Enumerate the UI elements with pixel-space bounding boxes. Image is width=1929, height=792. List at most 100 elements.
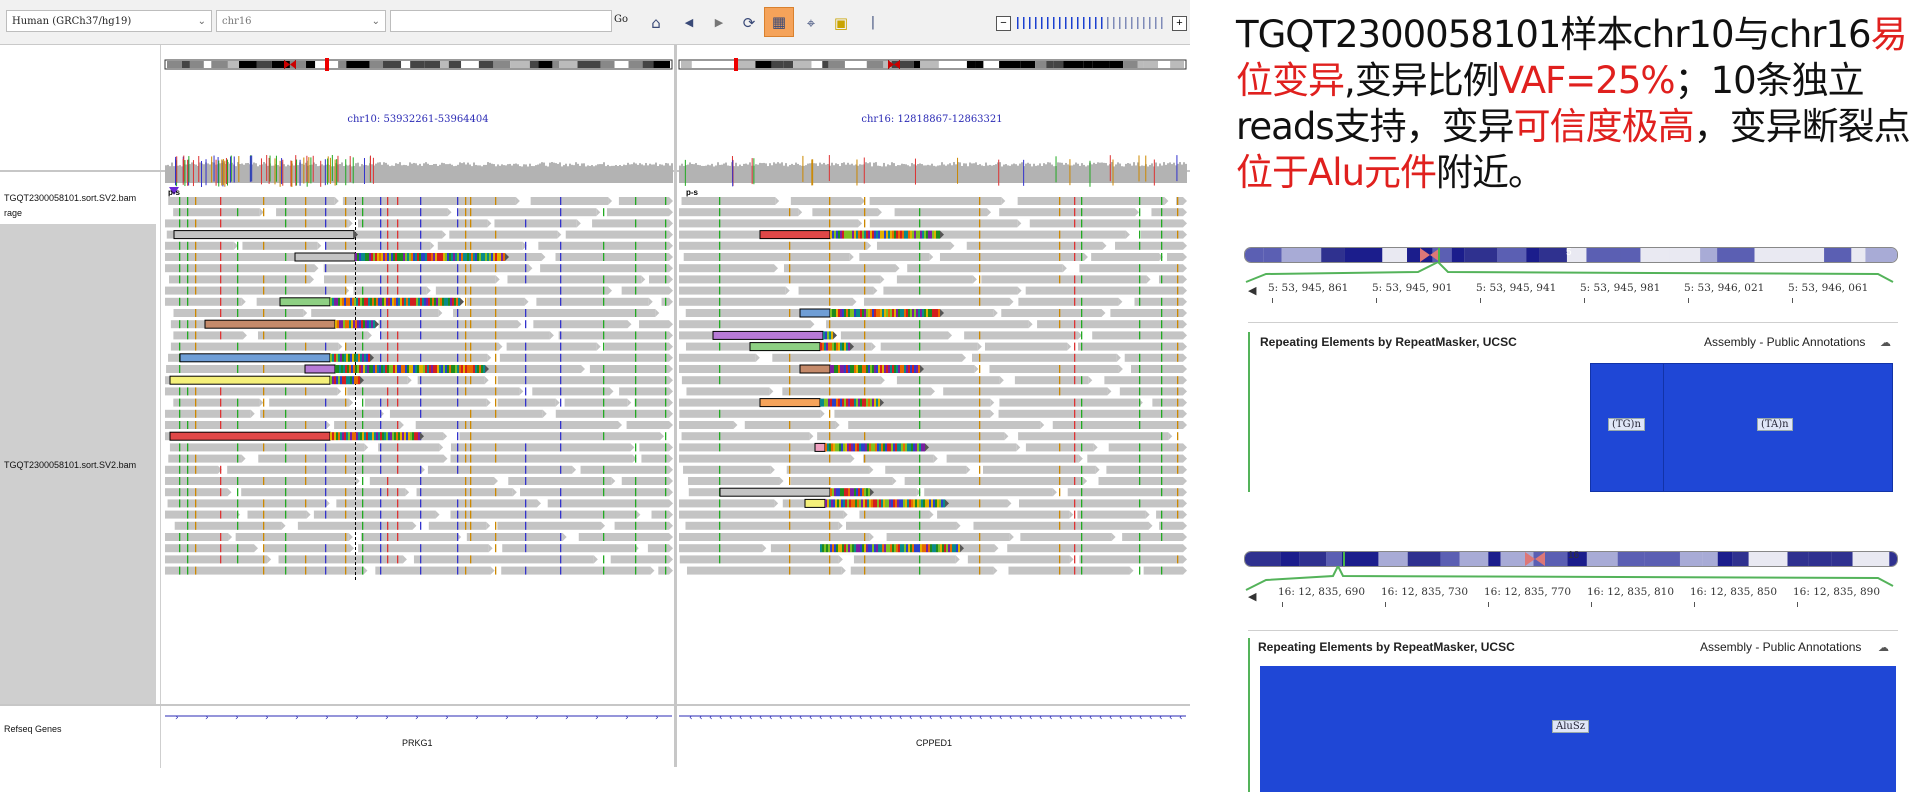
popup-text-icon[interactable]: ▣	[830, 12, 852, 34]
split-read-softclip	[389, 253, 391, 261]
region-of-interest-icon[interactable]: ▦	[764, 7, 794, 37]
read-mismatch	[362, 488, 364, 497]
split-read-softclip	[876, 398, 878, 407]
read-mismatch	[979, 432, 981, 441]
coverage-bar	[561, 166, 563, 183]
breakpoint-guide	[355, 227, 356, 230]
zoom-tick	[1083, 17, 1085, 29]
read-arrow	[961, 353, 966, 362]
ruler-scroll-left-icon[interactable]: ◀	[1248, 284, 1256, 297]
read-mismatch	[179, 208, 181, 217]
split-read-softclip	[866, 365, 868, 373]
read-mismatch	[719, 409, 721, 418]
locus-search-input[interactable]	[390, 10, 612, 32]
gene-track-name[interactable]: Refseq Genes	[4, 724, 62, 734]
zoom-tick	[1125, 17, 1127, 29]
ruler-icon[interactable]: |	[862, 12, 884, 34]
gene-strand-arrow: ‹	[1039, 713, 1043, 723]
split-read-softclip	[398, 297, 400, 306]
coverage-variant	[310, 157, 312, 184]
coverage-bar	[931, 163, 933, 183]
coverage-bar	[339, 164, 341, 183]
gene-strand-arrow: ‹	[819, 713, 823, 723]
coverage-bar	[1179, 162, 1181, 183]
read-mismatch	[789, 544, 791, 553]
read	[173, 398, 260, 407]
read	[257, 331, 368, 340]
read-arrow	[1183, 376, 1187, 385]
read-arrow	[977, 342, 982, 351]
split-read-softclip	[381, 253, 383, 261]
coverage-variant	[215, 159, 217, 186]
read-mismatch	[635, 544, 637, 553]
ideogram-band	[1732, 552, 1749, 566]
split-read-softclip	[338, 297, 340, 306]
read-mismatch	[263, 241, 265, 250]
read-mismatch	[465, 499, 467, 508]
read-mismatch	[1081, 253, 1083, 261]
forward-icon[interactable]: ▶	[708, 12, 730, 34]
split-read-softclip	[848, 230, 850, 239]
read-mismatch	[1177, 297, 1179, 306]
coverage-bar	[449, 163, 451, 183]
coverage-track-name[interactable]: TGQT2300058101.sort.SV2.bam	[4, 193, 136, 203]
read-mismatch	[263, 409, 265, 418]
read-mismatch	[719, 499, 721, 508]
split-read-softclip	[366, 353, 368, 362]
split-read-softclip	[418, 297, 420, 306]
read-arrow	[769, 387, 774, 396]
split-read-softclip	[908, 309, 910, 317]
resize-icon[interactable]: ⌖	[800, 12, 822, 34]
ruler-scroll-left-icon[interactable]: ◀	[1248, 590, 1256, 603]
read-mismatch	[829, 376, 831, 385]
split-read-softclip	[471, 365, 473, 373]
coverage-bar	[1107, 165, 1109, 183]
zoom-out-button[interactable]: −	[996, 16, 1011, 31]
read-mismatch	[220, 208, 222, 217]
back-icon[interactable]: ◀	[678, 12, 700, 34]
description-text: TGQT2300058101样本chr10与chr16易位变异,变异比例VAF=…	[1236, 12, 1926, 196]
split-read-softclip	[345, 320, 347, 329]
home-icon[interactable]: ⌂	[645, 12, 667, 34]
split-read-softclip	[836, 230, 838, 239]
refresh-icon[interactable]: ⟳	[738, 12, 760, 34]
igv-data-canvas[interactable]: › › › › › › › › › › › › › › › › › ‹ ‹ ‹ ‹ ‹ ‹ ‹ ‹ ‹ ‹ ‹ ‹ ‹ ‹ ‹ ‹ ‹ ‹ ‹ ‹ ‹ ‹ ‹…	[160, 45, 1190, 770]
split-read-softclip	[868, 488, 870, 497]
split-read-softclip	[418, 432, 420, 441]
genome-select[interactable]: Human (GRCh37/hg19) ⌄	[6, 10, 212, 32]
read-mismatch	[420, 499, 422, 508]
split-read-softclip	[849, 499, 851, 508]
zoom-in-button[interactable]: +	[1172, 16, 1187, 31]
read-mismatch	[525, 376, 527, 385]
read-arrow	[669, 544, 673, 553]
read	[520, 488, 669, 497]
go-button[interactable]: Go	[614, 14, 628, 25]
read-mismatch	[220, 275, 222, 284]
chromosome-select[interactable]: chr16 ⌄	[216, 10, 386, 32]
zoom-slider[interactable]	[1017, 16, 1167, 30]
split-read-softclip	[356, 376, 358, 385]
read-mismatch	[457, 320, 459, 329]
zoom-tick	[1107, 17, 1109, 29]
read-mismatch	[864, 241, 866, 250]
read-mismatch	[187, 219, 189, 228]
coverage-bar	[681, 163, 683, 183]
split-read-softclip	[857, 443, 859, 452]
split-read-softclip	[376, 432, 378, 441]
split-read-softclip	[881, 443, 883, 452]
read-mismatch	[1074, 275, 1076, 284]
read-arrow	[355, 477, 360, 485]
read-mismatch	[495, 376, 497, 385]
read-arrow	[809, 432, 814, 441]
read-mismatch	[285, 454, 287, 463]
ideogram-band	[1321, 248, 1345, 262]
read-mismatch	[603, 253, 605, 261]
read-mismatch	[187, 286, 189, 295]
alignment-track-name[interactable]: TGQT2300058101.sort.SV2.bam	[4, 460, 136, 470]
read	[896, 275, 973, 284]
ruler: 5: 53, 945, 861 5: 53, 945, 901 5: 53, 945…	[1268, 282, 1893, 303]
read-mismatch	[465, 454, 467, 463]
coverage-bar	[177, 165, 179, 183]
split-read-softclip	[923, 443, 925, 452]
ideogram-band	[493, 61, 511, 68]
